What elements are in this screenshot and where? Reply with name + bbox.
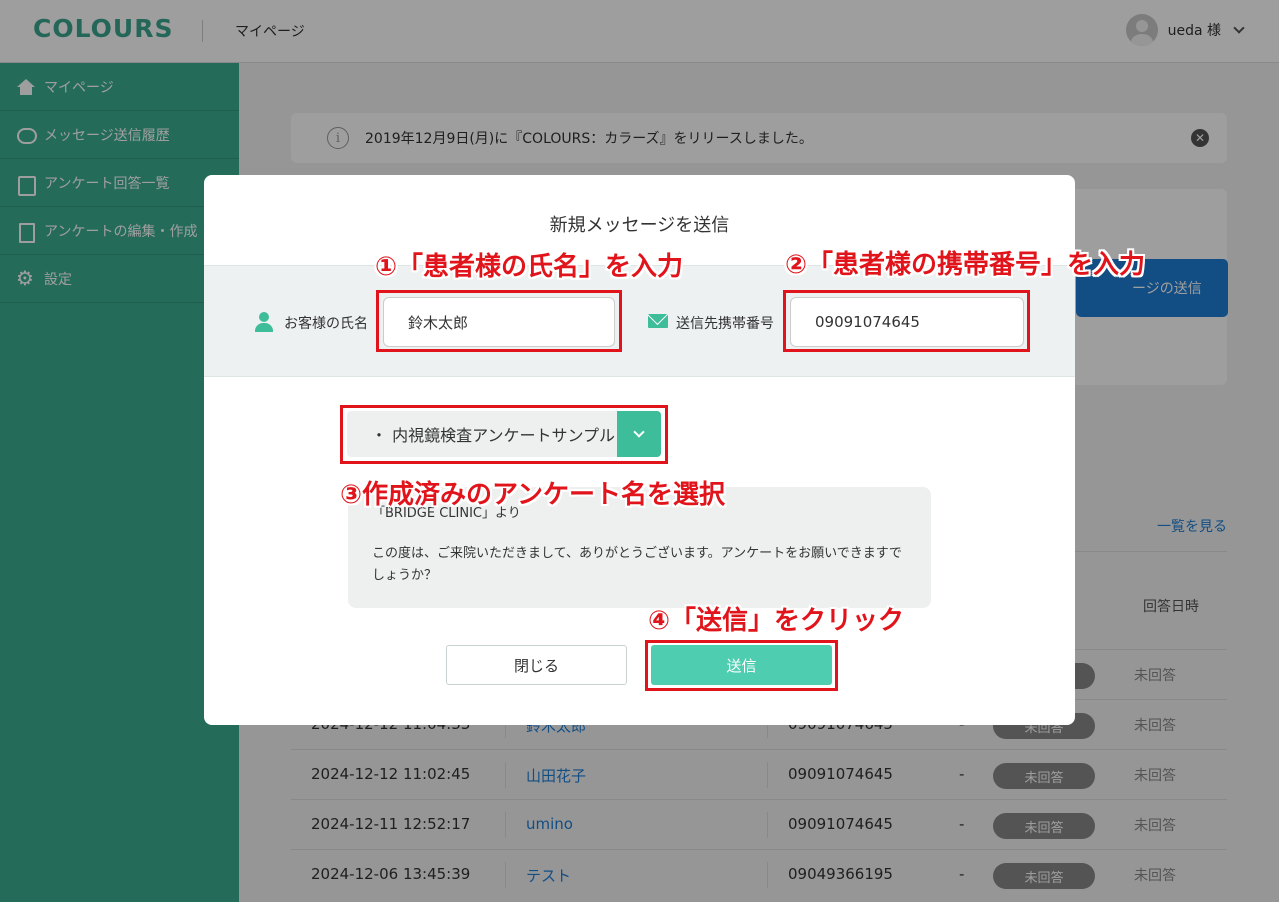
- annotation-step-1: ①「患者様の氏名」を入力: [375, 252, 684, 282]
- highlight-send-button: [645, 640, 838, 691]
- mail-icon: [648, 314, 668, 328]
- highlight-name-field: [376, 290, 622, 352]
- highlight-phone-field: [783, 290, 1030, 352]
- annotation-step-3: ③作成済みのアンケート名を選択: [340, 480, 725, 510]
- highlight-survey-select: [340, 405, 668, 464]
- annotation-step-2: ②「患者様の携帯番号」を入力: [785, 250, 1146, 280]
- phone-label: 送信先携帯番号: [676, 316, 774, 332]
- modal-title: 新規メッセージを送信: [549, 215, 730, 236]
- preview-body: この度は、ご来院いただきまして、ありがとうございます。アンケートをお願いできます…: [372, 546, 902, 583]
- annotation-step-4: ④「送信」をクリック: [648, 606, 905, 636]
- close-button[interactable]: 閉じる: [446, 645, 627, 685]
- customer-name-label: お客様の氏名: [284, 316, 368, 332]
- person-icon: [254, 312, 274, 332]
